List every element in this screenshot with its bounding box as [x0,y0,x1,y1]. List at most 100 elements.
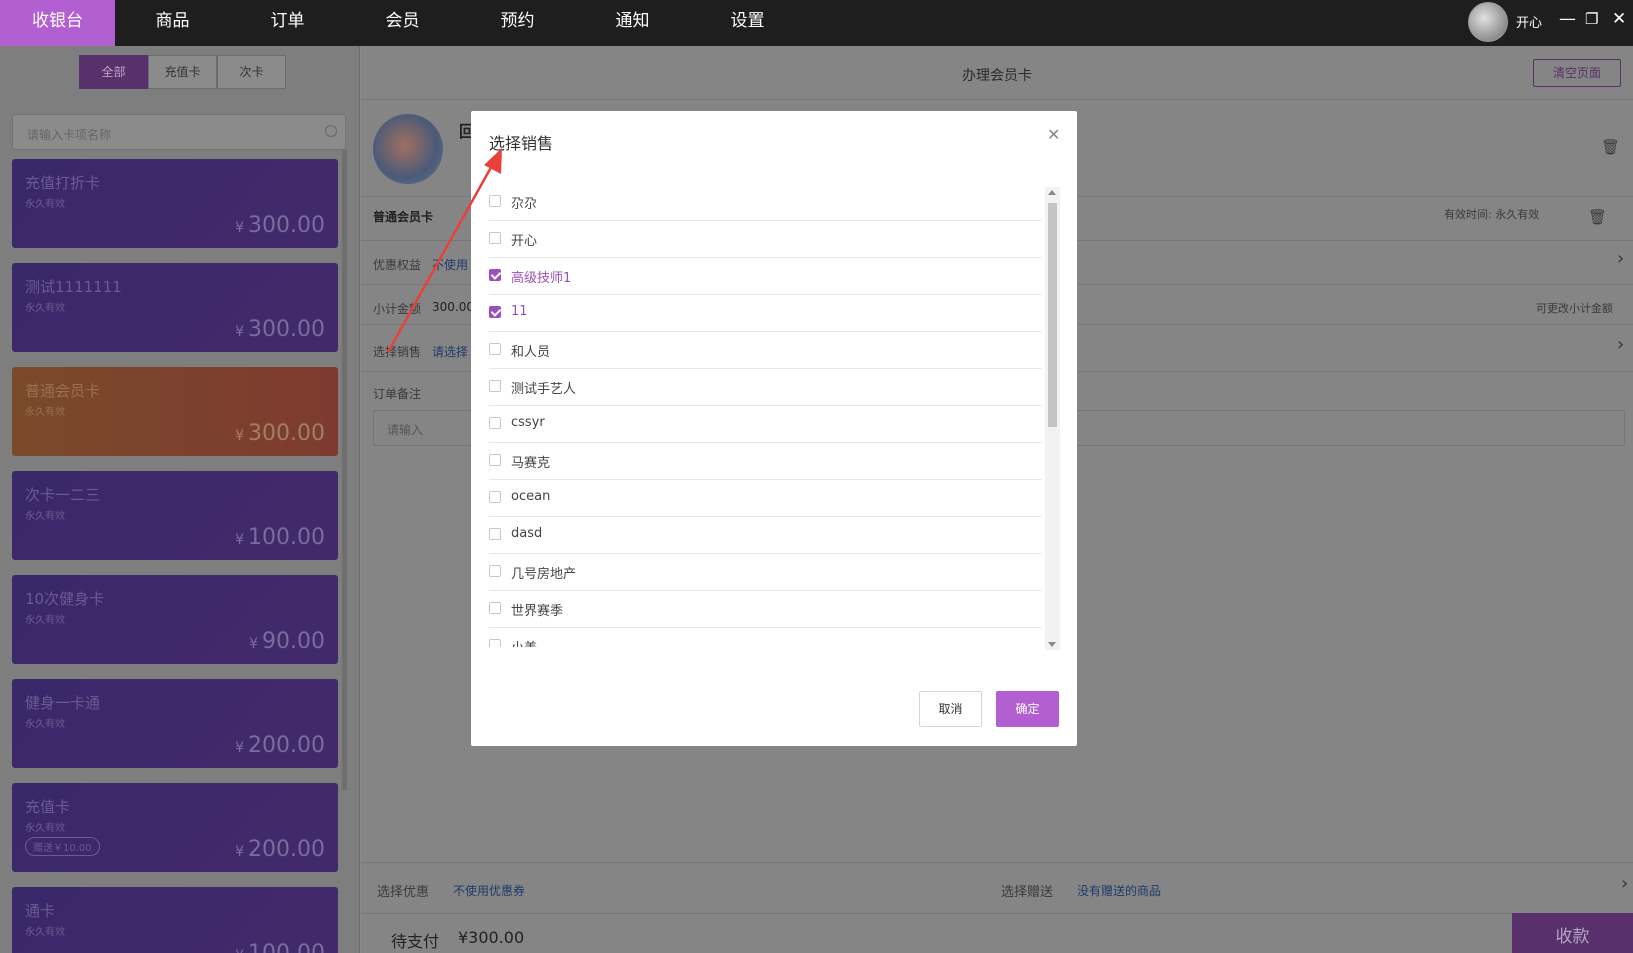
chevron-right-icon[interactable]: › [1617,334,1624,355]
benefit-value[interactable]: 不使用 [432,256,468,273]
coupon-gift-bar: 选择优惠 不使用优惠券 选择赠送 没有赠送的商品 › [361,862,1633,914]
nav-members[interactable]: 会员 [345,0,460,46]
search-icon[interactable] [325,125,337,137]
sales-value[interactable]: 请选择 [432,343,468,360]
list-item[interactable]: 世界赛季 [489,591,1042,628]
nav-settings[interactable]: 设置 [690,0,805,46]
list-item-label: 小美 [511,637,537,647]
page-title: 办理会员卡 [962,68,1032,84]
checkbox[interactable] [489,417,501,429]
list-item[interactable]: 尕尕 [489,184,1042,221]
sales-label: 选择销售 [373,345,422,359]
list-item-label: cssyr [511,415,545,430]
checkbox[interactable] [489,565,501,577]
list-item[interactable]: cssyr [489,406,1042,443]
trash-icon[interactable]: 🗑 [1588,208,1607,226]
card-item[interactable]: 健身一卡通 永久有效 ¥200.00 [12,679,338,768]
card-validity: 永久有效 [25,511,65,522]
cancel-button[interactable]: 取消 [919,691,982,727]
card-price: ¥300.00 [235,213,325,238]
nav-cashier[interactable]: 收银台 [0,0,115,46]
checkbox[interactable] [489,343,501,355]
nav-products[interactable]: 商品 [115,0,230,46]
minimize-icon[interactable]: — [1559,9,1576,29]
confirm-button[interactable]: 确定 [996,691,1059,727]
list-item[interactable]: 高级技师1 [489,258,1042,295]
checkbox[interactable] [489,195,501,207]
list-scrollbar[interactable] [1045,187,1060,650]
list-item-label: 开心 [511,234,538,249]
nav-orders[interactable]: 订单 [230,0,345,46]
payment-bar: 待支付 ¥300.00 [361,913,1633,953]
scroll-down-icon[interactable] [1048,642,1056,647]
list-item[interactable]: 开心 [489,221,1042,258]
list-item-label: 尕尕 [511,197,538,212]
list-item[interactable]: 马赛克 [489,443,1042,480]
list-item-label: ocean [511,489,551,504]
card-validity: 有效时间: 永久有效 [1444,208,1540,221]
card-list-scrollbar[interactable] [342,150,347,790]
list-item[interactable]: 几号房地产 [489,554,1042,591]
list-item[interactable]: ocean [489,480,1042,517]
coupon-label: 选择优惠 [377,885,430,900]
checkbox[interactable] [489,380,501,392]
list-item[interactable]: 小美 [489,628,1042,647]
list-item-label: 11 [511,304,528,319]
tab-recharge-card[interactable]: 充值卡 [148,55,217,89]
card-price: ¥200.00 [235,837,325,862]
card-list: 充值打折卡 永久有效 ¥300.00 测试1111111 永久有效 ¥300.0… [12,159,338,953]
gift-value[interactable]: 没有赠送的商品 [1077,882,1161,899]
close-icon[interactable]: ✕ [1047,125,1060,144]
tab-all[interactable]: 全部 [79,55,148,89]
card-search-input[interactable]: 请输入卡项名称 [12,114,346,150]
coupon-value[interactable]: 不使用优惠券 [453,882,525,899]
nav-appointments[interactable]: 预约 [460,0,575,46]
user-avatar[interactable] [1468,2,1508,42]
benefit-label: 优惠权益 [373,258,422,272]
chevron-right-icon[interactable]: › [1621,873,1628,894]
card-item[interactable]: 测试1111111 永久有效 ¥300.00 [12,263,338,352]
scrollbar-thumb[interactable] [1048,203,1057,427]
checkbox[interactable] [489,491,501,503]
card-name: 普通会员卡 [25,382,101,400]
list-item[interactable]: dasd [489,517,1042,554]
card-item-selected[interactable]: 普通会员卡 永久有效 ¥300.00 [12,367,338,456]
search-placeholder: 请输入卡项名称 [27,128,112,142]
subtotal-hint: 可更改小计金额 [1536,302,1613,315]
username[interactable]: 开心 [1516,12,1542,31]
trash-icon[interactable]: 🗑 [1601,138,1620,156]
pending-amount: ¥300.00 [458,928,525,947]
checkbox[interactable] [489,602,501,614]
card-item[interactable]: 10次健身卡 永久有效 ¥90.00 [12,575,338,664]
restore-icon[interactable]: ❐ [1585,9,1598,29]
card-item[interactable]: 充值打折卡 永久有效 ¥300.00 [12,159,338,248]
tab-count-card[interactable]: 次卡 [217,55,286,89]
card-item[interactable]: 充值卡 永久有效 赠送￥10.00 ¥200.00 [12,783,338,872]
member-avatar [373,114,443,184]
chevron-right-icon[interactable]: › [1617,248,1624,269]
dialog-title: 选择销售 [489,134,554,153]
list-item[interactable]: 测试手艺人 [489,369,1042,406]
card-item[interactable]: 通卡 永久有效 ¥100.00 [12,887,338,953]
card-item[interactable]: 次卡一二三 永久有效 ¥100.00 [12,471,338,560]
card-price: ¥300.00 [235,421,325,446]
card-gift-badge: 赠送￥10.00 [25,837,100,856]
subtotal-value[interactable]: 300.00 [432,300,474,314]
remark-label: 订单备注 [373,387,422,401]
list-item[interactable]: 和人员 [489,332,1042,369]
checkbox[interactable] [489,528,501,540]
card-list-panel: 全部 充值卡 次卡 请输入卡项名称 充值打折卡 永久有效 ¥300.00 测试1… [0,46,360,953]
card-price: ¥300.00 [235,317,325,342]
list-item[interactable]: 11 [489,295,1042,332]
nav-notifications[interactable]: 通知 [575,0,690,46]
clear-page-button[interactable]: 清空页面 [1533,59,1621,87]
checkbox[interactable] [489,639,501,647]
scroll-up-icon[interactable] [1048,190,1056,195]
checkbox[interactable] [489,454,501,466]
checkbox[interactable] [489,232,501,244]
close-window-icon[interactable]: ✕ [1612,9,1626,29]
list-item-label: 和人员 [511,345,551,360]
checkbox-checked[interactable] [489,269,501,281]
collect-payment-button[interactable]: 收款 [1512,913,1633,953]
checkbox-checked[interactable] [489,306,501,318]
